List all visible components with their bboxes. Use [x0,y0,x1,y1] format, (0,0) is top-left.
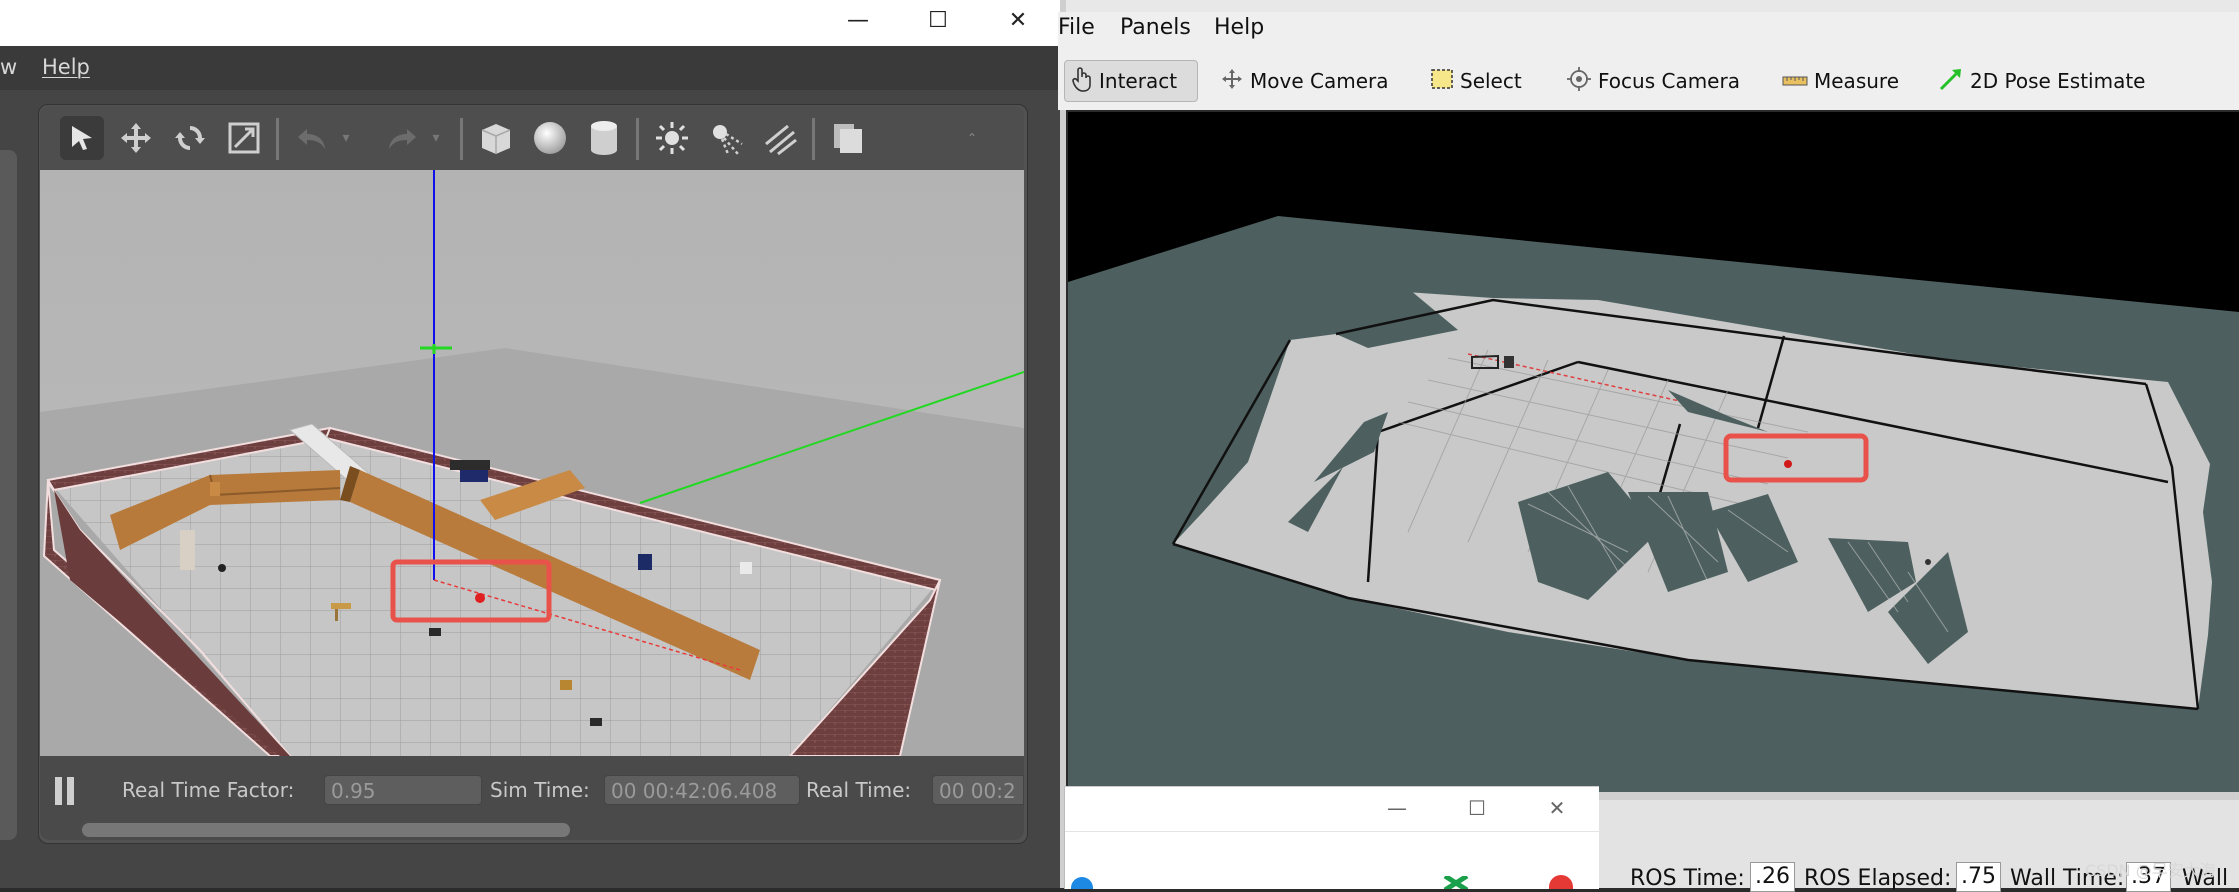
ruler-icon [1782,69,1808,93]
window-divider [1065,831,1599,832]
select-label: Select [1460,69,1522,93]
toolbar-separator [276,118,279,160]
scale-mode-icon[interactable] [222,116,266,160]
sim-time-label: Sim Time: [490,778,590,802]
ros-time-label: ROS Time: [1630,866,1745,891]
cylinder-shape-icon[interactable] [582,116,626,160]
undo-icon[interactable] [290,116,334,160]
toolbar-overflow-icon[interactable]: ⌃ [960,116,984,160]
redo-dropdown-icon[interactable]: ▾ [424,116,448,160]
minimize-button[interactable]: — [1377,793,1417,823]
select-tool[interactable]: Select [1430,60,1522,102]
gazebo-titlebar: — ☐ ✕ [0,0,1060,46]
interact-label: Interact [1099,69,1178,93]
copy-icon[interactable] [826,116,870,160]
toolbar-separator [636,118,639,160]
hand-icon [1071,66,1093,97]
green-arrow-icon [1938,66,1964,97]
maximize-button[interactable]: ☐ [1457,793,1497,823]
minimize-button[interactable]: — [838,6,878,36]
undo-dropdown-icon[interactable]: ▾ [334,116,358,160]
app-icon-red[interactable] [1549,875,1573,889]
focus-camera-tool[interactable]: Focus Camera [1566,60,1740,102]
real-time-factor-value: 0.95 [324,775,482,805]
menu-file[interactable]: File [1058,15,1095,40]
box-shape-icon[interactable] [474,116,518,160]
real-time-value: 00 00:2 [932,775,1024,805]
move-camera-icon [1220,67,1244,96]
menu-help[interactable]: Help [1214,15,1264,40]
overlapping-window: — ☐ ✕ [1064,786,1599,889]
redo-icon[interactable] [380,116,424,160]
interact-tool[interactable]: Interact [1064,60,1198,102]
rviz-menubar: File Panels Help [1058,12,2239,52]
left-panel-collapsed[interactable] [0,150,17,840]
real-time-factor-label: Real Time Factor: [122,778,295,802]
gazebo-toolbar: ▾ ▾ ⌃ [40,106,1024,170]
move-camera-tool[interactable]: Move Camera [1220,60,1388,102]
measure-label: Measure [1814,69,1899,93]
spot-light-icon[interactable] [704,116,748,160]
select-rect-icon [1430,68,1454,95]
close-button[interactable]: ✕ [998,6,1038,36]
focus-camera-label: Focus Camera [1598,69,1740,93]
app-icon-x[interactable] [1441,875,1471,889]
app-icon-blue[interactable] [1071,877,1093,889]
directional-light-icon[interactable] [758,116,802,160]
point-light-icon[interactable] [650,116,694,160]
sim-time-value: 00 00:42:06.408 [604,775,800,805]
sphere-shape-icon[interactable] [528,116,572,160]
window-splitter[interactable] [1060,0,1066,888]
gazebo-3d-viewport[interactable] [40,170,1024,756]
pose-estimate-label: 2D Pose Estimate [1970,69,2146,93]
menu-help[interactable]: Help [42,55,90,79]
translate-mode-icon[interactable] [114,116,158,160]
ros-elapsed-label: ROS Elapsed: [1804,866,1952,891]
move-camera-label: Move Camera [1250,69,1389,93]
pose-estimate-tool[interactable]: 2D Pose Estimate [1938,60,2146,102]
rviz-toolbar: Interact Move Camera Select Focus Camera… [1058,52,2239,110]
focus-camera-icon [1566,66,1592,97]
toolbar-separator [812,118,815,160]
maximize-button[interactable]: ☐ [918,6,958,36]
menu-panels[interactable]: Panels [1120,15,1191,40]
rviz-3d-viewport[interactable] [1068,112,2239,792]
measure-tool[interactable]: Measure [1782,60,1899,102]
menu-window-partial[interactable]: w [0,55,17,79]
rviz-occupancy-map [1068,216,2239,792]
watermark-text: CSDN @早安大海 [2085,861,2216,880]
pause-icon[interactable] [52,774,78,812]
toolbar-separator [460,118,463,160]
close-button[interactable]: ✕ [1537,793,1577,823]
gazebo-menubar: w Help [0,46,1060,90]
select-mode-icon[interactable] [60,116,104,160]
rotate-mode-icon[interactable] [168,116,212,160]
gazebo-world-render [40,170,1024,756]
horizontal-scrollbar[interactable] [82,823,570,837]
rviz-titlebar [1066,0,2239,12]
real-time-label: Real Time: [806,778,912,802]
